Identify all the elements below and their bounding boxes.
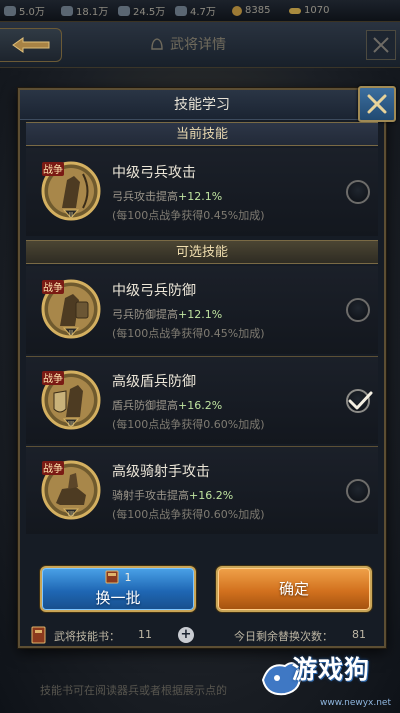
wood-icon [61, 5, 73, 16]
skill-rank: III [68, 420, 74, 428]
watermark-url: www.newyx.net [320, 698, 392, 708]
shield-skill-icon: 战争 III [40, 369, 102, 431]
close-icon [367, 94, 387, 114]
skill-badge-text: 战争 [43, 163, 63, 176]
watermark-text: 游戏狗 [292, 655, 371, 684]
archer-skill-icon: 战争 II [40, 160, 102, 222]
swap-batch-button[interactable]: 1 换一批 [40, 566, 196, 612]
skill-learning-dialog: 技能学习 当前技能 战争 II 中级弓兵攻击 弓兵攻击提高+12.1% (每10… [18, 86, 396, 648]
optional-skill-row[interactable]: 战争 III 高级盾兵防御 盾兵防御提高+16.2% (每100点战争获得0.6… [26, 356, 378, 444]
current-skill-row: 战争 II 中级弓兵攻击 弓兵攻击提高+12.1% (每100点战争获得0.45… [26, 148, 378, 236]
skill-note: (每100点战争获得0.60%加成) [112, 508, 265, 521]
arrow-left-icon [11, 37, 49, 53]
helmet-icon [151, 38, 163, 50]
skill-note: (每100点战争获得0.45%加成) [112, 209, 265, 222]
horse-archer-skill-icon: 战争 III [40, 459, 102, 521]
resource-gold-bar-value: 1070 [304, 5, 330, 16]
swap-cost-value: 1 [124, 570, 132, 584]
resource-gold-bar: 1070 [285, 5, 342, 16]
skill-radio[interactable] [346, 180, 370, 204]
current-skill-header: 当前技能 [26, 122, 378, 146]
skill-radio-checked[interactable] [346, 389, 373, 413]
checkmark-icon [348, 391, 373, 410]
background-header: 武将详情 [0, 22, 400, 68]
optional-skill-row[interactable]: 战争 III 高级骑射手攻击 骑射手攻击提高+16.2% (每100点战争获得0… [26, 446, 378, 534]
skill-book-label: 武将技能书： [54, 630, 120, 643]
skill-desc-prefix: 弓兵攻击提高 [112, 190, 178, 203]
skill-book-count: 11 [138, 628, 152, 641]
skill-name: 中级弓兵防御 [112, 283, 196, 299]
skill-description: 弓兵防御提高+12.1% [112, 306, 222, 322]
skill-description: 盾兵防御提高+16.2% [112, 397, 222, 413]
skill-note: (每100点战争获得0.45%加成) [112, 327, 265, 340]
skill-name: 中级弓兵攻击 [112, 165, 196, 181]
skill-desc-value: +16.2% [189, 489, 234, 502]
optional-skill-header: 可选技能 [26, 240, 378, 264]
background-title-text: 武将详情 [170, 37, 226, 53]
skill-name: 高级骑射手攻击 [112, 464, 210, 480]
background-title: 武将详情 [150, 34, 226, 54]
resource-stone: 5.0万 [0, 3, 57, 18]
skill-rank: II [69, 329, 73, 337]
resource-grain-value: 4.7万 [190, 7, 216, 18]
resource-wood-value: 18.1万 [76, 7, 109, 18]
skill-badge-text: 战争 [43, 281, 63, 294]
skill-rank: III [68, 510, 74, 518]
swap-button-label: 换一批 [95, 589, 141, 607]
skill-badge-text: 战争 [43, 462, 63, 475]
dialog-title: 技能学习 [20, 90, 384, 120]
skill-desc-value: +12.1% [178, 308, 223, 321]
resource-iron-value: 24.5万 [133, 7, 166, 18]
skill-desc-prefix: 骑射手攻击提高 [112, 489, 189, 502]
skill-desc-value: +16.2% [178, 399, 223, 412]
skill-desc-prefix: 盾兵防御提高 [112, 399, 178, 412]
resource-coin: 8385 [228, 5, 285, 16]
skill-description: 骑射手攻击提高+16.2% [112, 487, 233, 503]
resource-wood: 18.1万 [57, 3, 114, 18]
grain-icon [175, 5, 187, 16]
skill-radio[interactable] [346, 479, 370, 503]
skill-radio[interactable] [346, 298, 370, 322]
resource-coin-value: 8385 [245, 5, 271, 16]
skill-book-icon [105, 570, 118, 584]
resource-iron: 24.5万 [114, 3, 171, 18]
skill-desc-value: +12.1% [178, 190, 223, 203]
swap-cost: 1 [42, 570, 194, 584]
close-icon [373, 37, 389, 53]
optional-skill-row[interactable]: 战争 II 中级弓兵防御 弓兵防御提高+12.1% (每100点战争获得0.45… [26, 266, 378, 354]
resource-stone-value: 5.0万 [19, 7, 45, 18]
resource-bar: 5.0万 18.1万 24.5万 4.7万 8385 1070 [0, 0, 400, 22]
confirm-button[interactable]: 确定 [216, 566, 372, 612]
skill-book-icon [31, 626, 46, 644]
skill-name: 高级盾兵防御 [112, 374, 196, 390]
coin-icon [232, 5, 242, 16]
skill-desc-prefix: 弓兵防御提高 [112, 308, 178, 321]
archer-defense-skill-icon: 战争 II [40, 278, 102, 340]
back-button[interactable] [0, 28, 62, 62]
resource-grain: 4.7万 [171, 3, 228, 18]
dialog-close-button[interactable] [358, 86, 396, 122]
stone-icon [4, 5, 16, 16]
add-skill-book-button[interactable]: + [178, 627, 194, 643]
gold-bar-icon [289, 7, 301, 14]
skill-description: 弓兵攻击提高+12.1% [112, 188, 222, 204]
iron-icon [118, 5, 130, 16]
skill-rank: II [69, 211, 73, 219]
background-close-button[interactable] [366, 30, 396, 60]
skill-note: (每100点战争获得0.60%加成) [112, 418, 265, 431]
skill-badge-text: 战争 [43, 372, 63, 385]
